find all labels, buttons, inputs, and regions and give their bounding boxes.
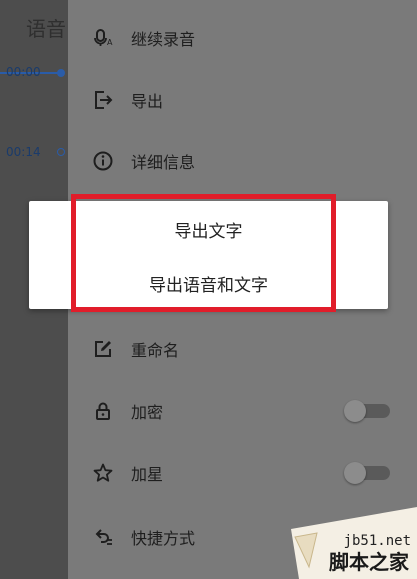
menu-item-continue-recording[interactable]: A 继续录音: [68, 16, 417, 60]
background-track-dot: [57, 69, 65, 77]
shortcut-icon: [92, 526, 114, 548]
lock-icon: [92, 400, 114, 422]
menu-label: 继续录音: [131, 30, 196, 49]
background-track-dot-2: [57, 148, 65, 156]
menu-label: 导出: [131, 92, 164, 111]
menu-label: 加密: [131, 403, 164, 422]
background-title: 语音: [26, 17, 66, 41]
background-time-2: 00:14: [6, 145, 41, 159]
export-icon: [92, 89, 114, 111]
mic-icon: A: [92, 27, 114, 49]
svg-text:A: A: [107, 38, 113, 47]
menu-item-star[interactable]: 加星: [68, 451, 417, 495]
info-icon: [92, 150, 114, 172]
menu-label: 重命名: [131, 341, 180, 360]
menu-item-details[interactable]: 详细信息: [68, 139, 417, 183]
star-icon: [92, 462, 114, 484]
highlight-box: [71, 194, 336, 312]
menu-label: 加星: [131, 465, 164, 484]
toggle-knob: [344, 400, 366, 422]
menu-item-encrypt[interactable]: 加密: [68, 389, 417, 433]
menu-label: 快捷方式: [131, 529, 196, 548]
background-time-1: 00:00: [6, 65, 41, 79]
menu-item-export[interactable]: 导出: [68, 78, 417, 122]
edit-icon: [92, 338, 114, 360]
watermark: jb51.net 脚本之家: [291, 507, 417, 579]
toggle-knob: [344, 462, 366, 484]
menu-item-rename[interactable]: 重命名: [68, 327, 417, 371]
encrypt-toggle[interactable]: [344, 400, 390, 422]
star-toggle[interactable]: [344, 462, 390, 484]
menu-label: 详细信息: [131, 153, 196, 172]
watermark-name: 脚本之家: [329, 550, 409, 574]
